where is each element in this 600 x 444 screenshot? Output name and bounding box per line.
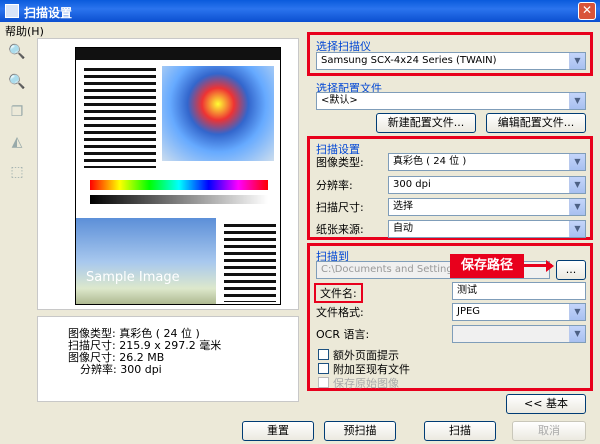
chevron-down-icon[interactable]: ▼ xyxy=(569,177,585,193)
save-path-callout: 保存路径 xyxy=(450,254,524,278)
preview-area[interactable]: Sample Image xyxy=(37,38,299,310)
info-value: 300 dpi xyxy=(120,363,162,376)
copy-icon[interactable]: ❐ xyxy=(8,104,26,122)
checkbox-box[interactable] xyxy=(318,363,329,374)
toolbar: 🔍 🔍 ❐ ◭ ⬚ xyxy=(8,44,30,194)
balloon-image xyxy=(162,66,274,161)
chevron-down-icon[interactable]: ▼ xyxy=(569,326,585,342)
profile-select[interactable]: <默认> ▼ xyxy=(316,92,586,110)
checkbox-box[interactable] xyxy=(318,377,329,388)
paper-source-label: 纸张来源: xyxy=(316,223,364,236)
sample-image-text: Sample Image xyxy=(86,270,180,285)
sky-image: Sample Image xyxy=(76,218,216,304)
title-bar: 扫描设置 ✕ xyxy=(0,0,600,22)
window-title: 扫描设置 xyxy=(24,6,73,20)
paper-source-value: 自动 xyxy=(393,223,413,234)
scan-size-label: 扫描尺寸: xyxy=(316,201,364,214)
close-button[interactable]: ✕ xyxy=(578,2,596,20)
text-block-left xyxy=(84,68,156,168)
zoom-out-icon[interactable]: 🔍 xyxy=(8,74,26,92)
checkbox-box[interactable] xyxy=(318,349,329,360)
gray-bar xyxy=(90,195,268,204)
text-block-right xyxy=(224,224,276,302)
reset-button[interactable]: 重置 xyxy=(242,421,314,441)
scanner-value: Samsung SCX-4x24 Series (TWAIN) xyxy=(321,55,497,66)
keep-original-checkbox[interactable]: 保存原始图像 xyxy=(318,375,399,391)
checkbox-label: 保存原始图像 xyxy=(333,377,399,390)
paper-source-select[interactable]: 自动 ▼ xyxy=(388,220,586,238)
resolution-value: 300 dpi xyxy=(393,179,431,190)
zoom-in-icon[interactable]: 🔍 xyxy=(8,44,26,62)
callout-arrowhead xyxy=(546,260,554,272)
color-bar xyxy=(90,180,268,190)
scan-info: 图像类型: 真彩色 ( 24 位 ) 扫描尺寸: 215.9 x 297.2 毫… xyxy=(37,316,299,402)
chevron-down-icon[interactable]: ▼ xyxy=(569,93,585,109)
browse-button[interactable]: ... xyxy=(556,260,586,280)
ocr-select[interactable]: ▼ xyxy=(452,325,586,343)
info-label: 分辨率: xyxy=(80,363,117,376)
chevron-down-icon[interactable]: ▼ xyxy=(569,221,585,237)
chevron-down-icon[interactable]: ▼ xyxy=(569,53,585,69)
format-select[interactable]: JPEG ▼ xyxy=(452,303,586,321)
chevron-down-icon[interactable]: ▼ xyxy=(569,199,585,215)
image-type-label: 图像类型: xyxy=(316,156,364,169)
chevron-down-icon[interactable]: ▼ xyxy=(569,154,585,170)
basic-mode-button[interactable]: << 基本 xyxy=(506,394,586,414)
filename-input[interactable]: 测试 xyxy=(452,282,586,300)
preview-page: Sample Image xyxy=(75,47,281,305)
page-top-bar xyxy=(76,48,280,60)
image-type-select[interactable]: 真彩色 ( 24 位 ) ▼ xyxy=(388,153,586,171)
scan-size-value: 选择 xyxy=(393,201,413,212)
ocr-label: OCR 语言: xyxy=(316,328,370,341)
flip-icon[interactable]: ◭ xyxy=(8,134,26,152)
format-value: JPEG xyxy=(457,306,481,317)
crop-icon[interactable]: ⬚ xyxy=(8,164,26,182)
filename-label: 文件名: xyxy=(314,283,363,303)
scan-size-select[interactable]: 选择 ▼ xyxy=(388,198,586,216)
menu-help[interactable]: 帮助(H) xyxy=(5,23,44,39)
prescan-button[interactable]: 预扫描 xyxy=(324,421,396,441)
resolution-label: 分辨率: xyxy=(316,179,353,192)
app-icon xyxy=(5,4,19,18)
resolution-select[interactable]: 300 dpi ▼ xyxy=(388,176,586,194)
cancel-button[interactable]: 取消 xyxy=(512,421,586,441)
new-profile-button[interactable]: 新建配置文件... xyxy=(376,113,476,133)
format-label: 文件格式: xyxy=(316,306,364,319)
image-type-value: 真彩色 ( 24 位 ) xyxy=(393,156,467,167)
scanner-select[interactable]: Samsung SCX-4x24 Series (TWAIN) ▼ xyxy=(316,52,586,70)
chevron-down-icon[interactable]: ▼ xyxy=(569,304,585,320)
profile-value: <默认> xyxy=(321,95,358,106)
edit-profile-button[interactable]: 编辑配置文件... xyxy=(486,113,586,133)
scan-button[interactable]: 扫描 xyxy=(424,421,496,441)
